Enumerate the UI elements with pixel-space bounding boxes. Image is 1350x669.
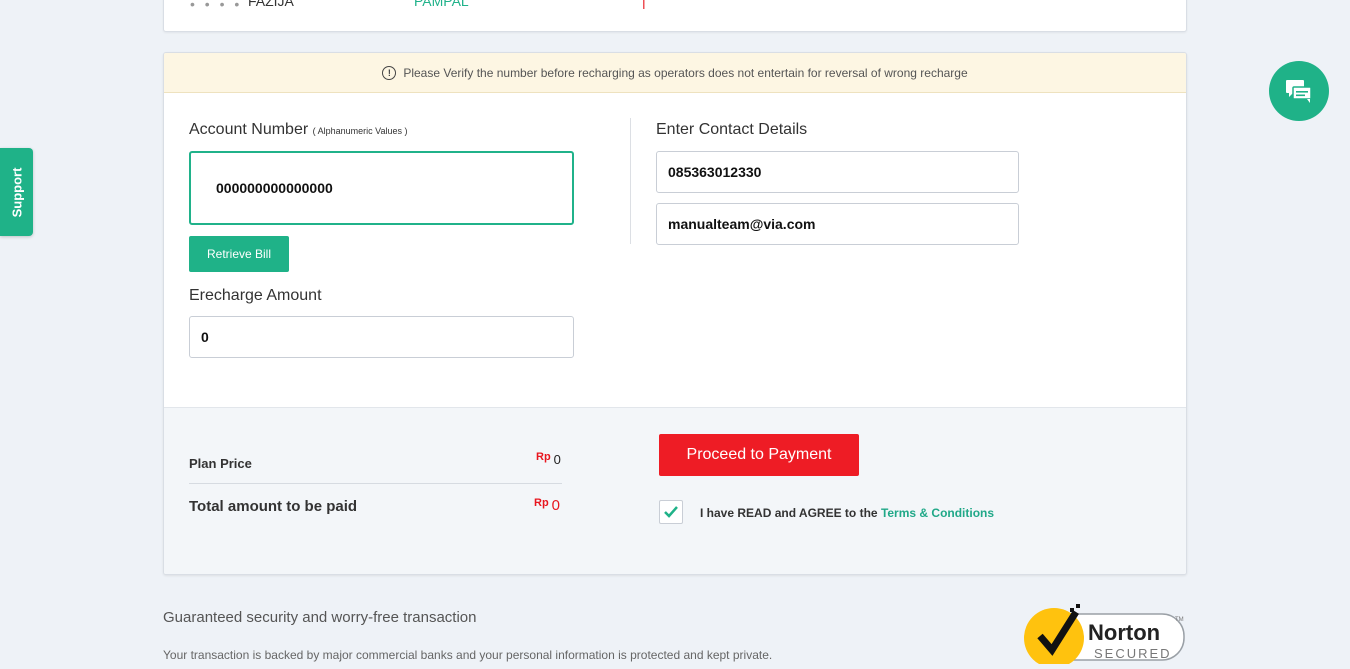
account-number-input[interactable]: 000000000000000 xyxy=(189,151,574,225)
currency-symbol: Rp xyxy=(536,451,551,463)
chat-icon xyxy=(1286,80,1312,103)
currency-symbol: Rp xyxy=(534,497,549,509)
verify-warning-banner: ! Please Verify the number before rechar… xyxy=(164,53,1186,93)
recharge-form-card: ! Please Verify the number before rechar… xyxy=(163,52,1187,575)
terms-conditions-link[interactable]: Terms & Conditions xyxy=(881,506,994,520)
agree-text: I have READ and AGREE to the Terms & Con… xyxy=(700,506,995,520)
agree-checkbox[interactable] xyxy=(659,500,683,524)
checkmark-icon xyxy=(664,506,678,518)
norton-secured-badge: Norton SECURED TM xyxy=(1022,604,1188,668)
column-divider xyxy=(630,118,631,244)
phone-input[interactable]: 085363012330 xyxy=(656,151,1019,193)
operator-status-fragment: PAMPAL xyxy=(414,0,469,9)
support-tab[interactable]: Support xyxy=(0,148,33,236)
email-input[interactable]: manualteam@via.com xyxy=(656,203,1019,245)
svg-text:SECURED: SECURED xyxy=(1094,646,1172,661)
erecharge-amount-input[interactable]: 0 xyxy=(189,316,574,358)
operator-logo-fragment: • • • • xyxy=(190,0,243,12)
support-label: Support xyxy=(9,167,25,217)
account-number-hint: ( Alphanumeric Values ) xyxy=(312,126,408,136)
info-icon: ! xyxy=(382,65,397,80)
contact-details-label: Enter Contact Details xyxy=(656,121,808,138)
previous-section-card: • • • • FAZIJA PAMPAL | xyxy=(163,0,1187,32)
erecharge-amount-label: Erecharge Amount xyxy=(189,287,322,304)
norton-logo-icon: Norton SECURED TM xyxy=(1024,604,1185,668)
guarantee-title: Guaranteed security and worry-free trans… xyxy=(163,609,477,626)
chat-button[interactable] xyxy=(1269,61,1329,121)
summary-separator xyxy=(189,483,562,484)
plan-price-value: Rp 0 xyxy=(536,451,561,467)
total-amount-label: Total amount to be paid xyxy=(189,498,358,515)
price-fragment: | xyxy=(642,0,646,9)
svg-text:Norton: Norton xyxy=(1088,620,1160,645)
total-amount-value: Rp 0 xyxy=(534,497,561,514)
proceed-to-payment-button[interactable]: Proceed to Payment xyxy=(659,434,859,476)
account-number-label: Account Number ( Alphanumeric Values ) xyxy=(189,121,408,138)
retrieve-bill-button[interactable]: Retrieve Bill xyxy=(189,236,289,272)
payment-summary-section: Plan Price Rp 0 Total amount to be paid R… xyxy=(164,407,1186,574)
operator-name-fragment: FAZIJA xyxy=(248,0,294,9)
svg-text:TM: TM xyxy=(1175,617,1184,623)
plan-price-label: Plan Price xyxy=(189,456,252,471)
guarantee-subtitle: Your transaction is backed by major comm… xyxy=(163,648,773,662)
warning-text: Please Verify the number before rechargi… xyxy=(403,65,968,80)
